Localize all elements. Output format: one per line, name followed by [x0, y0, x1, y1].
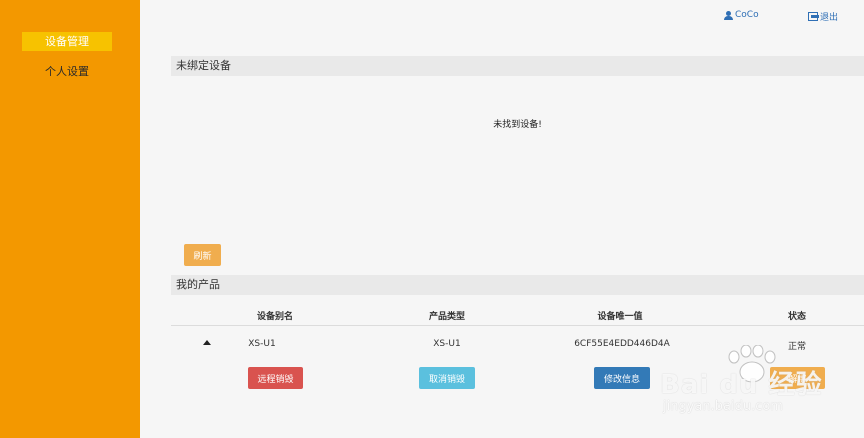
baidu-jingyan-watermark: Bai du 经验 jingyan.baidu.com	[660, 345, 860, 435]
sidebar-item-device-management[interactable]: 设备管理	[22, 32, 112, 51]
username-label: CoCo	[735, 10, 759, 20]
user-menu[interactable]: CoCo	[724, 10, 759, 20]
cancel-destroy-button[interactable]: 取消销毁	[419, 367, 475, 389]
logout-icon	[808, 12, 819, 21]
device-uid: 6CF55E4EDD446D4A	[574, 339, 670, 349]
sidebar: 设备管理 个人设置	[0, 0, 140, 438]
my-products-header: 我的产品	[171, 275, 864, 295]
device-alias: XS-U1	[248, 339, 276, 349]
unbound-devices-header: 未绑定设备	[171, 56, 864, 76]
column-header-uid: 设备唯一值	[597, 312, 643, 322]
user-icon	[724, 10, 733, 20]
sidebar-item-personal-settings[interactable]: 个人设置	[22, 62, 112, 81]
remote-destroy-button[interactable]: 远程销毁	[248, 367, 303, 389]
product-type: XS-U1	[433, 339, 461, 349]
logout-link[interactable]: 退出	[808, 10, 838, 23]
column-header-alias: 设备别名	[256, 312, 293, 322]
empty-message: 未找到设备!	[493, 120, 542, 130]
watermark-url: jingyan.baidu.com	[663, 399, 783, 414]
table-header-divider	[171, 325, 864, 326]
column-header-status: 状态	[787, 312, 806, 322]
collapse-toggle-icon[interactable]	[203, 340, 211, 345]
device-status: 正常	[787, 342, 806, 352]
refresh-button[interactable]: 刷新	[184, 244, 221, 266]
unbind-button[interactable]: 解绑	[770, 367, 825, 389]
logout-label: 退出	[820, 13, 839, 23]
edit-info-button[interactable]: 修改信息	[594, 367, 650, 389]
column-header-type: 产品类型	[428, 312, 465, 322]
